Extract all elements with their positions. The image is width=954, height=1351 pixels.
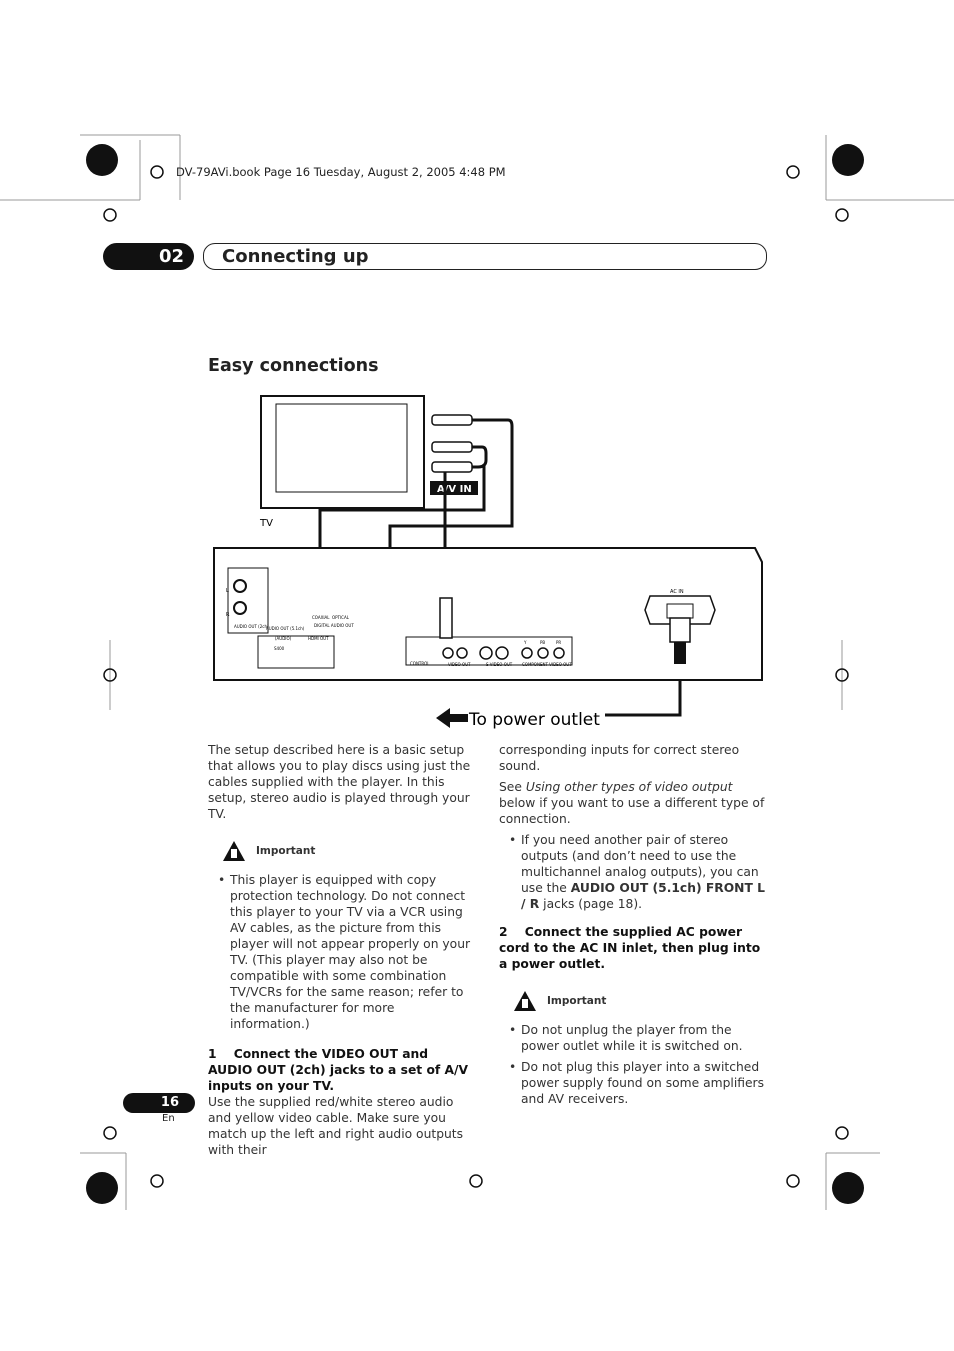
important-item: Do not plug this player into a switched … [499, 1059, 769, 1107]
svg-text:R: R [226, 612, 230, 618]
stereo-output-tip: If you need another pair of stereo outpu… [499, 832, 769, 912]
svg-text:COAXIAL: COAXIAL [312, 615, 330, 620]
chapter-title: Connecting up [222, 246, 369, 267]
chapter-number: 02 [103, 243, 194, 270]
svg-text:CONTROL: CONTROL [410, 661, 430, 666]
warning-hand-icon [223, 841, 245, 861]
svg-text:OPTICAL: OPTICAL [332, 615, 350, 620]
intro-text: The setup described here is a basic setu… [208, 743, 471, 821]
svg-text:Y: Y [523, 640, 527, 645]
svg-text:AUDIO OUT (2ch): AUDIO OUT (2ch) [234, 624, 269, 629]
important-note: Important [513, 990, 769, 1012]
av-in-label: A/V IN [437, 484, 472, 495]
connection-diagram: TV A/V IN L R AUDIO OUT (2ch) AUDIO OUT … [213, 395, 763, 730]
svg-text:VIDEO OUT: VIDEO OUT [448, 662, 471, 667]
svg-text:PB: PB [540, 640, 545, 645]
power-outlet-label: To power outlet [468, 710, 600, 730]
manual-page: DV-79AVi.book Page 16 Tuesday, August 2,… [0, 0, 954, 1351]
av-in-plugs [431, 414, 473, 473]
continued-text: corresponding inputs for correct stereo … [499, 743, 740, 773]
step-1-heading: 1 Connect the VIDEO OUT and AUDIO OUT (2… [208, 1047, 469, 1093]
language-code: En [162, 1113, 175, 1124]
page-number: 16 [123, 1093, 195, 1113]
warning-hand-icon [514, 991, 536, 1011]
svg-text:(AUDIO): (AUDIO) [275, 636, 292, 641]
important-note: Important [222, 840, 474, 862]
svg-text:COMPONENT VIDEO OUT: COMPONENT VIDEO OUT [522, 662, 572, 667]
svg-text:AUDIO OUT (5.1ch): AUDIO OUT (5.1ch) [266, 626, 305, 631]
arrow-left-icon [436, 708, 468, 728]
ac-in-label: AC IN [670, 589, 684, 595]
svg-text:HDMI OUT: HDMI OUT [308, 636, 329, 641]
step-1-body: Use the supplied red/white stereo audio … [208, 1095, 464, 1157]
important-item: This player is equipped with copy protec… [208, 872, 474, 1032]
svg-text:L: L [226, 588, 229, 594]
svg-text:PR: PR [556, 640, 561, 645]
svg-text:S-VIDEO OUT: S-VIDEO OUT [486, 662, 513, 667]
section-title: Easy connections [208, 356, 379, 376]
file-info-line: DV-79AVi.book Page 16 Tuesday, August 2,… [176, 165, 506, 179]
step-2-heading: 2 Connect the supplied AC power cord to … [499, 925, 761, 971]
left-column: The setup described here is a basic setu… [208, 742, 474, 1163]
see-text: See Using other types of video output be… [499, 780, 765, 826]
important-item: Do not unplug the player from the power … [499, 1022, 769, 1054]
right-column: corresponding inputs for correct stereo … [499, 742, 769, 1112]
svg-text:DIGITAL AUDIO OUT: DIGITAL AUDIO OUT [314, 623, 354, 628]
tv-label: TV [259, 518, 273, 529]
svg-text:S400: S400 [274, 646, 285, 651]
